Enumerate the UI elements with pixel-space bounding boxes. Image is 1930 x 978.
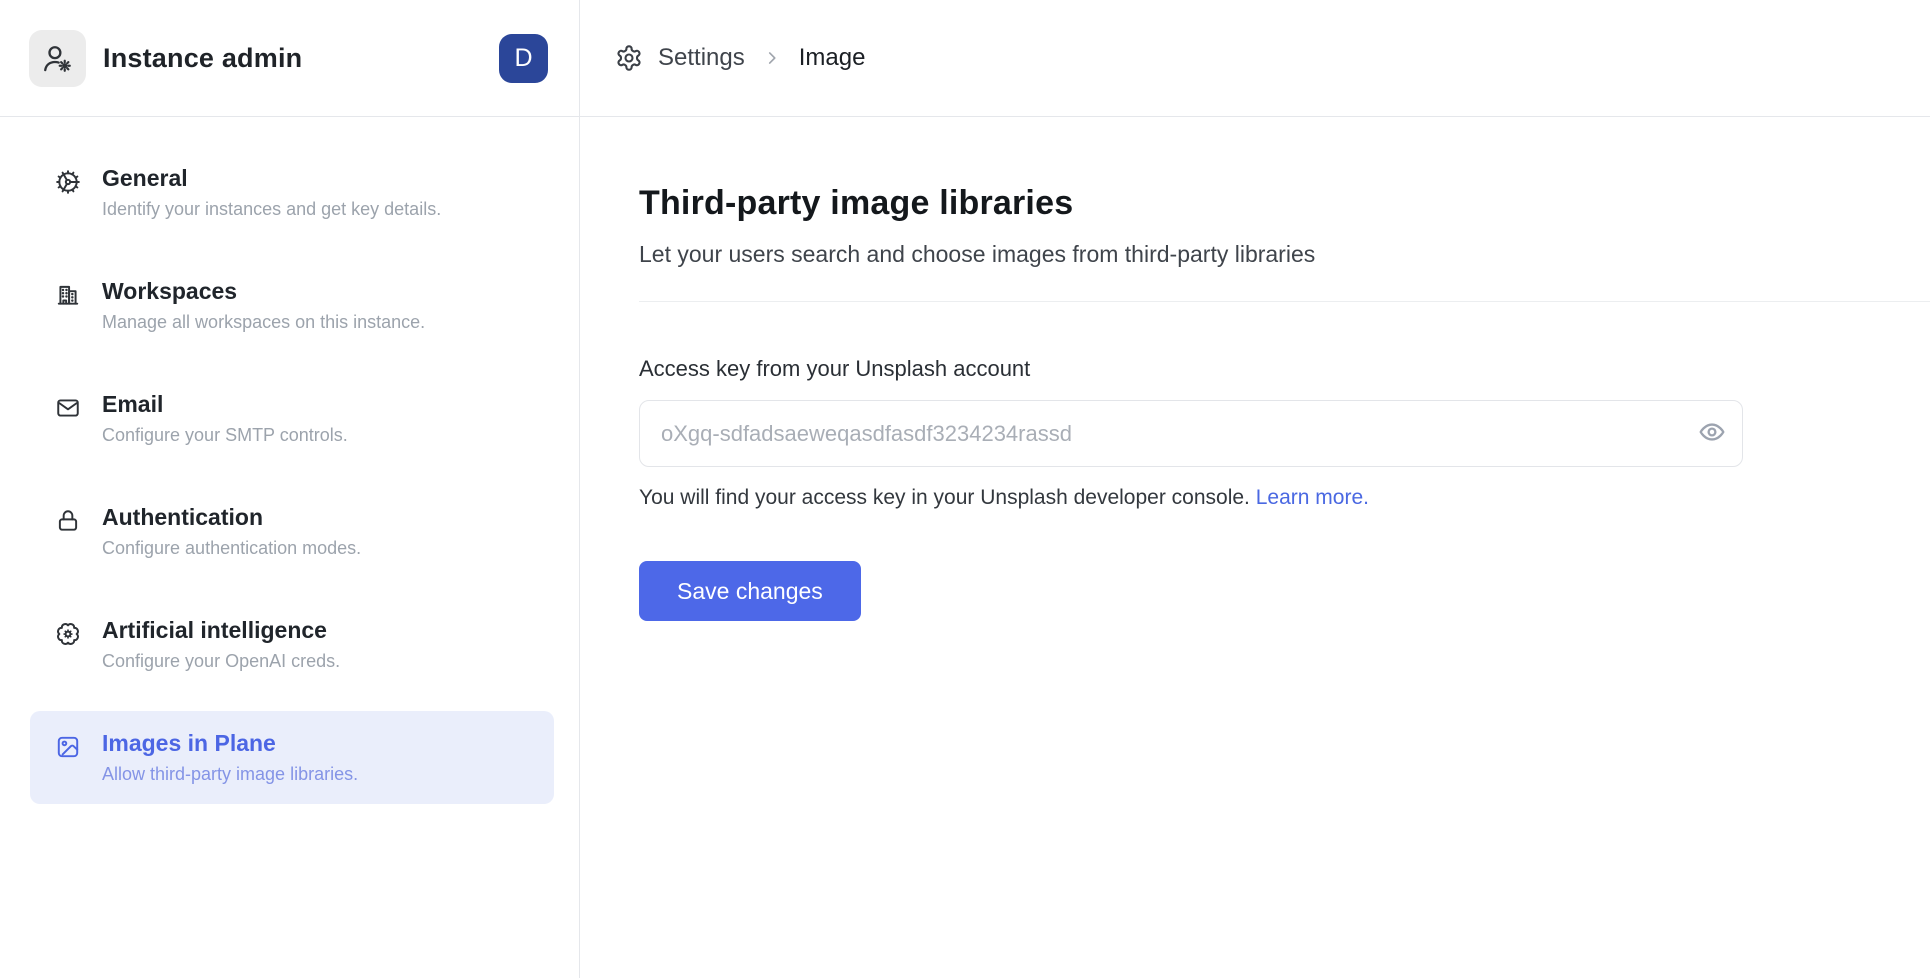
breadcrumb-image: Image <box>799 44 866 72</box>
sidebar-item-description: Manage all workspaces on this instance. <box>102 310 425 335</box>
avatar[interactable]: D <box>499 34 548 83</box>
sidebar-item-description: Allow third-party image libraries. <box>102 762 358 787</box>
helper-text-body: You will find your access key in your Un… <box>639 486 1250 509</box>
main-panel: Settings Image Third-party image librari… <box>580 0 1930 978</box>
section-divider <box>639 301 1930 302</box>
sidebar-item-description: Configure your OpenAI creds. <box>102 649 340 674</box>
access-key-label: Access key from your Unsplash account <box>639 356 1930 382</box>
sidebar-item-description: Configure authentication modes. <box>102 536 361 561</box>
breadcrumb: Settings Image <box>580 0 1930 117</box>
brain-cog-icon <box>55 621 81 647</box>
sidebar-item-label: Images in Plane <box>102 728 358 758</box>
sidebar-item-authentication[interactable]: Authentication Configure authentication … <box>30 485 554 578</box>
sidebar-header: Instance admin D <box>0 0 579 117</box>
user-cog-icon <box>29 30 86 87</box>
image-icon <box>55 734 81 760</box>
sidebar: Instance admin D General Identify your i… <box>0 0 580 978</box>
sidebar-item-label: Artificial intelligence <box>102 615 340 645</box>
eye-icon <box>1698 418 1726 449</box>
sidebar-item-label: Authentication <box>102 502 361 532</box>
settings-gear-icon <box>615 44 643 72</box>
helper-text: You will find your access key in your Un… <box>639 486 1930 510</box>
learn-more-link[interactable]: Learn more. <box>1256 486 1369 509</box>
access-key-input-wrap <box>639 400 1743 467</box>
sidebar-item-general[interactable]: General Identify your instances and get … <box>30 146 554 239</box>
sidebar-item-images-in-plane[interactable]: Images in Plane Allow third-party image … <box>30 711 554 804</box>
sidebar-item-label: Workspaces <box>102 276 425 306</box>
toggle-visibility-button[interactable] <box>1697 419 1727 449</box>
app-title: Instance admin <box>103 43 499 74</box>
settings-content: Third-party image libraries Let your use… <box>580 117 1930 621</box>
sidebar-item-workspaces[interactable]: Workspaces Manage all workspaces on this… <box>30 259 554 352</box>
page-title: Third-party image libraries <box>639 184 1930 223</box>
lock-icon <box>55 508 81 534</box>
instance-admin-app: Instance admin D General Identify your i… <box>0 0 1930 978</box>
sidebar-item-label: General <box>102 163 441 193</box>
save-changes-button[interactable]: Save changes <box>639 561 861 621</box>
sidebar-nav: General Identify your instances and get … <box>0 117 579 824</box>
sidebar-item-artificial-intelligence[interactable]: Artificial intelligence Configure your O… <box>30 598 554 691</box>
sidebar-item-description: Identify your instances and get key deta… <box>102 197 441 222</box>
sidebar-item-email[interactable]: Email Configure your SMTP controls. <box>30 372 554 465</box>
sidebar-item-description: Configure your SMTP controls. <box>102 423 348 448</box>
breadcrumb-settings[interactable]: Settings <box>658 44 745 72</box>
page-subtitle: Let your users search and choose images … <box>639 241 1930 268</box>
building-icon <box>55 282 81 308</box>
mail-icon <box>55 395 81 421</box>
sidebar-item-label: Email <box>102 389 348 419</box>
cog-icon <box>55 169 81 195</box>
access-key-input[interactable] <box>639 400 1743 467</box>
chevron-right-icon <box>761 47 783 69</box>
